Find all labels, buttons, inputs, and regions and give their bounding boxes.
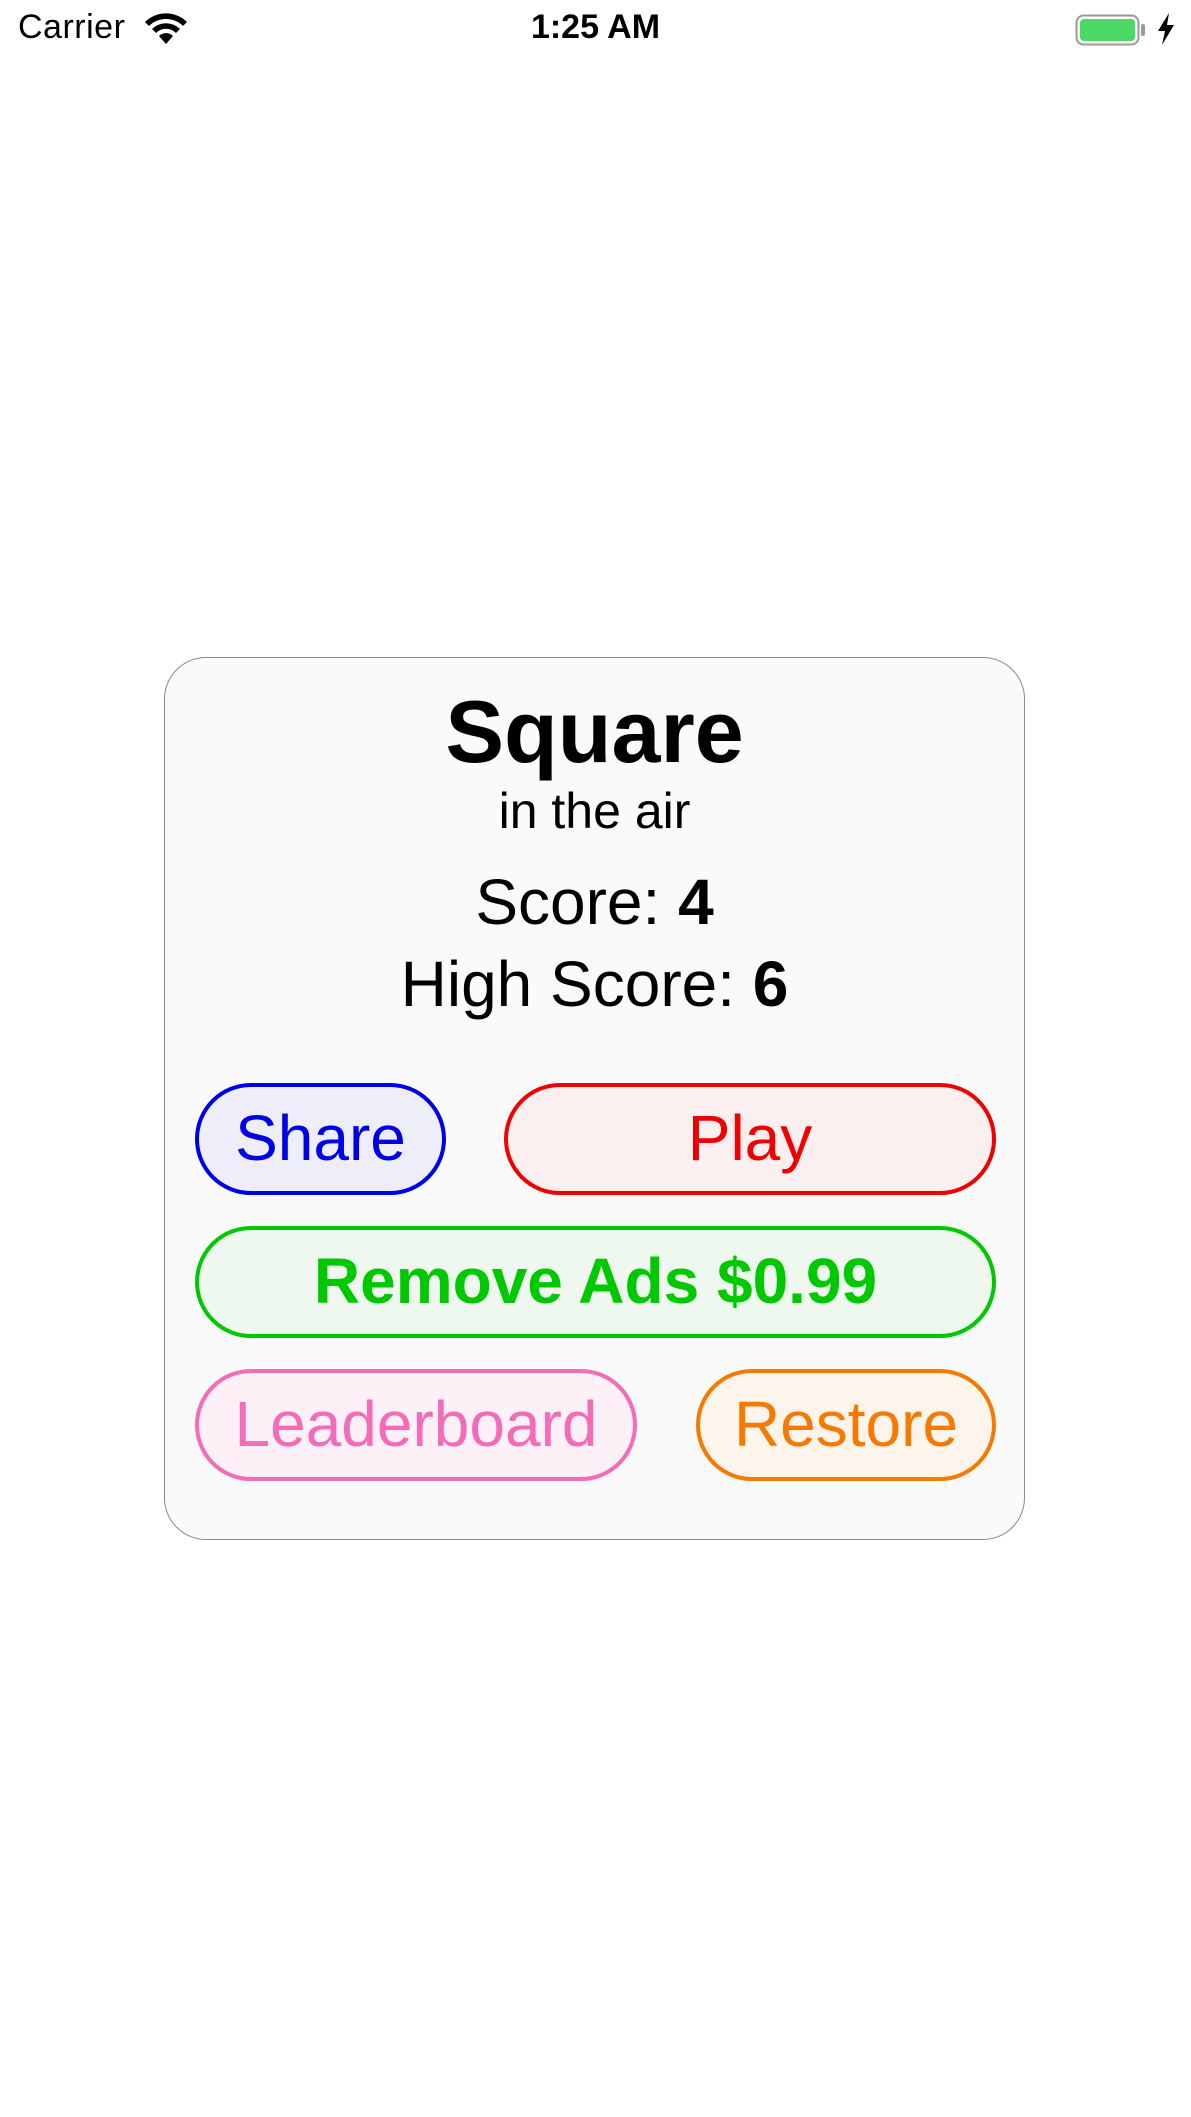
score-value: 4 — [678, 866, 714, 938]
game-subtitle: in the air — [498, 783, 691, 839]
charging-bolt-icon — [1156, 12, 1176, 46]
share-button[interactable]: Share — [195, 1083, 446, 1195]
play-button[interactable]: Play — [504, 1083, 996, 1195]
game-title: Square — [445, 682, 744, 781]
leaderboard-button[interactable]: Leaderboard — [195, 1369, 637, 1481]
high-score-value: 6 — [752, 948, 789, 1020]
high-score-label: High Score: — [400, 948, 735, 1020]
score-label: Score: — [475, 866, 661, 938]
remove-ads-button[interactable]: Remove Ads $0.99 — [195, 1226, 996, 1338]
clock-time: 1:25 AM — [530, 8, 661, 46]
battery-icon — [1075, 14, 1147, 46]
restore-button[interactable]: Restore — [696, 1369, 996, 1481]
high-score-line: High Score: 6 — [165, 952, 1024, 1016]
status-bar: Carrier 1:25 AM — [0, 0, 1191, 60]
game-over-card: Square in the air Score: 4 High Score: 6… — [164, 657, 1025, 1540]
score-line: Score: 4 — [165, 870, 1024, 934]
